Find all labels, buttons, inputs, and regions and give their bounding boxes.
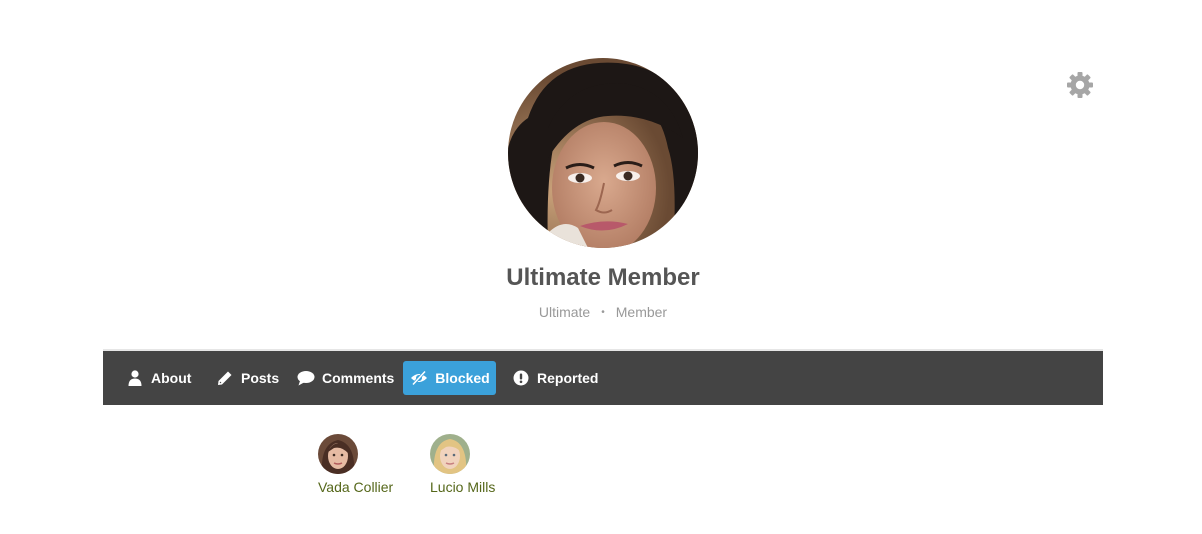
settings-gear-icon[interactable]: [1066, 71, 1094, 99]
profile-name: Ultimate Member: [506, 264, 700, 291]
tab-about[interactable]: About: [117, 361, 199, 395]
tab-blocked[interactable]: Blocked: [403, 361, 496, 395]
user-name-link[interactable]: Vada Collier: [318, 479, 393, 495]
tab-label: Blocked: [435, 370, 490, 386]
eye-slash-icon: [409, 368, 429, 388]
user-icon: [125, 368, 145, 388]
tab-reported[interactable]: Reported: [503, 361, 606, 395]
user-name-link[interactable]: Lucio Mills: [430, 479, 495, 495]
last-name: Member: [615, 304, 668, 320]
tab-comments[interactable]: Comments: [288, 361, 402, 395]
tab-label: Comments: [322, 370, 395, 386]
first-name: Ultimate: [538, 304, 591, 320]
profile-meta: Ultimate • Member: [0, 304, 1202, 320]
comment-icon: [296, 368, 316, 388]
tab-label: About: [151, 370, 192, 386]
blocked-user-item[interactable]: Lucio Mills: [430, 434, 495, 495]
blocked-user-item[interactable]: Vada Collier: [318, 434, 393, 495]
user-avatar[interactable]: [430, 434, 470, 474]
pencil-icon: [215, 368, 235, 388]
tab-label: Reported: [537, 370, 599, 386]
user-avatar[interactable]: [318, 434, 358, 474]
tab-posts[interactable]: Posts: [207, 361, 287, 395]
profile-nav: About Posts Comments Blocked Reported: [103, 351, 1103, 405]
profile-avatar[interactable]: [508, 58, 698, 248]
meta-separator: •: [601, 307, 605, 318]
tab-label: Posts: [241, 370, 280, 386]
exclamation-circle-icon: [511, 368, 531, 388]
